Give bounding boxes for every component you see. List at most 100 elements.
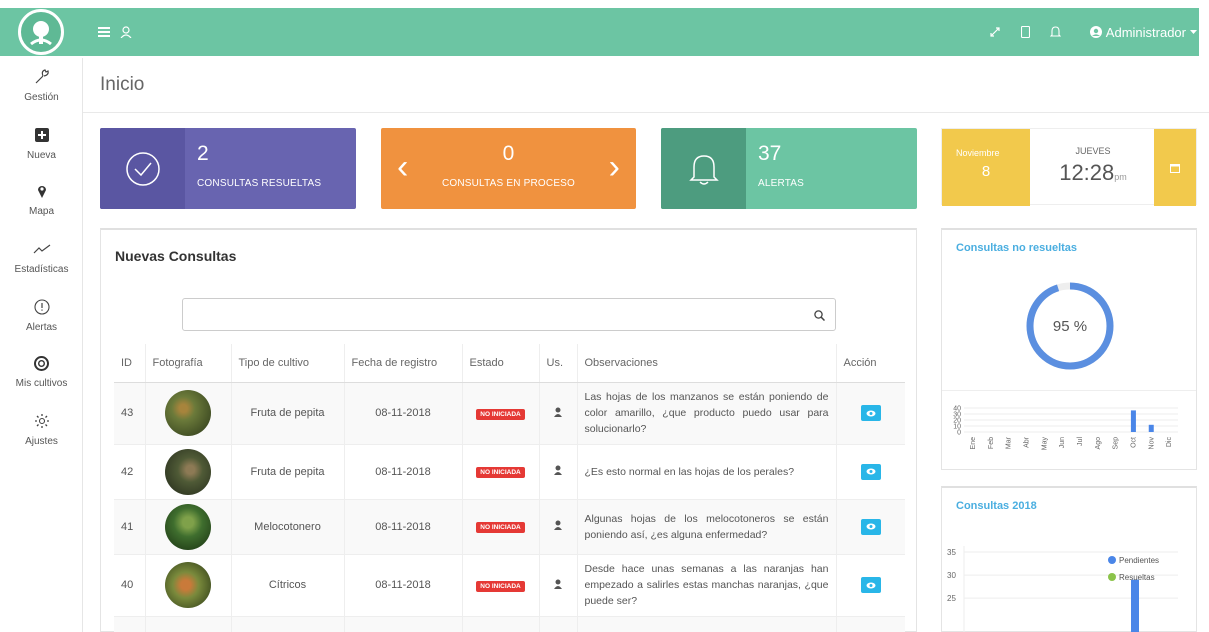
status-badge: NO INICIADA [476,467,525,478]
column-header[interactable]: Fotografía [145,344,232,383]
sidebar-item-label: Nueva [27,150,56,161]
admin-menu[interactable]: Administrador [1089,8,1199,56]
alert-circle-icon [33,296,50,318]
y-tick-label: 0 [957,430,961,437]
plant-photo[interactable] [165,390,211,436]
plant-photo[interactable] [165,503,211,550]
consultas-2018-panel: Consultas 2018 35 30 25 Pendientes Resueltas [941,486,1197,632]
stat-card-alertas[interactable]: 37 ALERTAS [661,128,917,209]
expand-icon[interactable] [981,8,1009,56]
column-header[interactable]: Estado [462,344,540,383]
view-button[interactable] [860,463,881,480]
column-header[interactable]: Tipo de cultivo [231,344,345,383]
eye-icon [866,523,876,530]
column-header[interactable]: ID [114,344,146,383]
stat-value: 2 [197,142,209,165]
cell-estado: NO INICIADA [462,382,540,445]
x-tick-label: May [1041,437,1048,451]
x-tick-label: Jul [1077,437,1084,446]
cell-accion [836,382,905,445]
cell-fecha: 08-11-2018 [344,554,463,617]
sidebar-item-nueva[interactable]: Nueva [0,124,83,161]
chevron-right-icon[interactable]: › [609,148,620,187]
plant-photo[interactable] [165,448,211,495]
x-tick-label: Jun [1059,437,1066,448]
view-button[interactable] [860,577,881,593]
sidebar-item-estadisticas[interactable]: Estadísticas [0,238,83,275]
cell-observaciones: Algunas hojas de los melocotoneros se es… [577,499,837,555]
view-button[interactable] [860,405,881,421]
time-label: 12:28pm [1030,160,1156,186]
bar [1131,579,1139,632]
sidebar-item-label: Mapa [28,206,54,217]
bell-icon[interactable] [1041,8,1069,56]
monthly-bar-chart: 403020100Ene Feb Mar Abr May Jun Jul Ago Sep Oct N… [953,406,1178,451]
stat-card-proceso[interactable]: ‹ 0 CONSULTAS EN PROCESO › [381,128,636,209]
user-icon [554,465,562,478]
x-tick-label: Abr [1023,436,1030,448]
column-header[interactable]: Fecha de registro [344,344,463,383]
user-outline-icon[interactable] [112,8,140,56]
cell-id: 41 [114,499,146,555]
donut-chart: 95 % [1026,282,1114,370]
sidebar-item-gestion[interactable]: Gestión [0,66,83,103]
status-badge: NO INICIADA [476,408,525,420]
eye-icon [866,582,876,588]
calendar-icon[interactable] [1154,129,1196,206]
sidebar-item-mis-cultivos[interactable]: Mis cultivos [0,352,83,389]
stat-card-resueltas[interactable]: 2 CONSULTAS RESUELTAS [100,128,356,209]
user-circle-icon [1089,26,1102,38]
stat-label: ALERTAS [758,178,805,189]
cell-fecha: 08-11-2018 [344,499,463,555]
ampm-label: pm [1114,172,1127,182]
cell-id: 43 [114,382,146,445]
table-row [114,616,905,632]
divider [83,112,1209,113]
search-input[interactable] [183,299,803,330]
no-resueltas-panel: Consultas no resueltas 95 % 40 30 20 10 0 Ene… [941,228,1197,470]
top-nav: Administrador [82,8,1199,56]
y-tick-label: 25 [947,594,956,603]
sidebar-item-mapa[interactable]: Mapa [0,180,83,217]
weekday-label: JUEVES [1075,146,1111,156]
column-header[interactable]: Us. [539,344,578,383]
sidebar-item-label: Alertas [25,322,58,333]
cell-id: 40 [114,554,146,617]
cell-observaciones: Las hojas de los manzanos se están ponie… [577,382,837,445]
x-tick-label: Feb [988,437,995,449]
view-button[interactable] [860,518,881,535]
sidebar-item-alertas[interactable]: Alertas [0,296,83,333]
cell-photo [145,382,232,445]
y-tick-label: 30 [947,571,956,580]
cell-photo [145,444,232,500]
table-row: 42 Fruta de pepita 08-11-2018 NO INICIAD… [114,444,905,500]
plus-square-icon [34,124,49,146]
cell-user [539,554,578,617]
cell-estado: NO INICIADA [462,499,540,555]
stat-label: CONSULTAS EN PROCESO [441,178,576,189]
top-bar: Administrador [0,0,1209,58]
date-left: Noviembre 8 [942,129,1030,206]
x-tick-label: Oct [1130,437,1137,448]
cell-accion [836,554,905,617]
plant-photo[interactable] [165,562,211,608]
cell-user [539,382,578,445]
panel-title: Nuevas Consultas [115,248,237,264]
consultas-table: ID Fotografía Tipo de cultivo Fecha de r… [114,344,905,632]
cell-photo [145,554,232,617]
sidebar-item-ajustes[interactable]: Ajustes [0,410,83,447]
check-circle-icon [100,128,185,209]
user-icon [554,407,562,420]
day-label: 8 [981,163,991,180]
status-badge: NO INICIADA [476,580,525,592]
cell-observaciones: ¿Es esto normal en las hojas de los pera… [577,444,837,500]
x-tick-label: Mar [1006,436,1013,449]
column-header[interactable]: Acción [836,344,905,383]
sidebar-item-label: Estadísticas [14,264,69,275]
column-header[interactable]: Observaciones [577,344,837,383]
search-icon[interactable] [814,308,826,326]
brand-logo[interactable] [0,8,82,56]
time-value: 12:28 [1059,160,1115,185]
tablet-icon[interactable] [1011,8,1039,56]
sidebar-item-label: Ajustes [25,436,58,447]
